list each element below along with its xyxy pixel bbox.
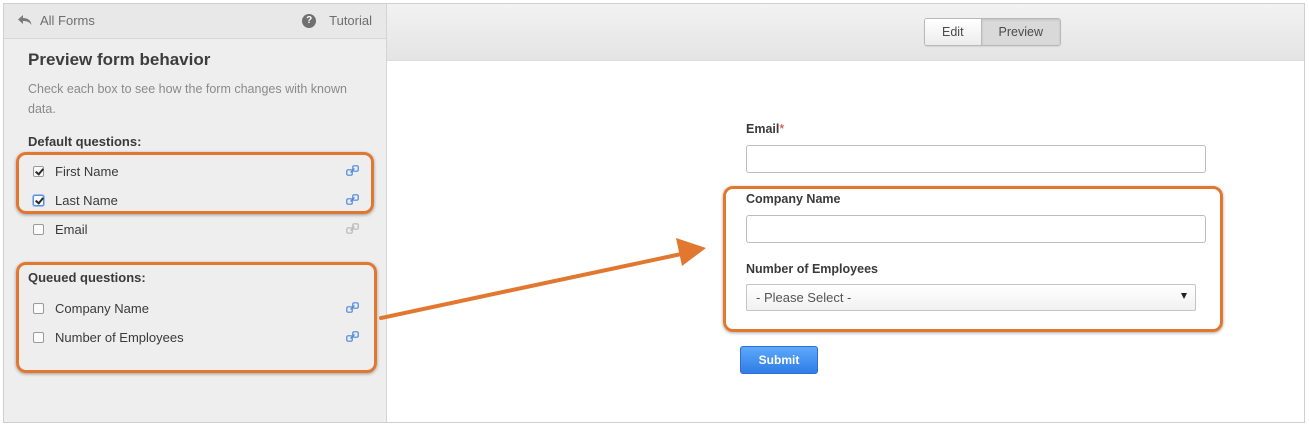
link-icon [346, 223, 359, 234]
sidebar-header: All Forms ? Tutorial [4, 4, 386, 39]
edit-button[interactable]: Edit [925, 19, 981, 45]
preview-button[interactable]: Preview [980, 19, 1061, 45]
submit-button[interactable]: Submit [740, 346, 818, 374]
app-frame: All Forms ? Tutorial Preview form behavi… [3, 3, 1305, 423]
help-circle-icon: ? [302, 13, 317, 28]
email-field[interactable] [746, 145, 1206, 173]
preview-toolbar: Edit Preview [387, 4, 1304, 61]
question-label: Email [55, 221, 88, 237]
tutorial-label: Tutorial [329, 13, 372, 28]
default-questions-heading: Default questions: [28, 134, 142, 149]
required-marker: * [779, 122, 785, 136]
email-checkbox[interactable] [33, 223, 44, 235]
highlight-form-fields [723, 186, 1223, 332]
highlight-default-questions [16, 152, 374, 214]
email-label-text: Email [746, 122, 780, 136]
question-email[interactable]: Email [33, 219, 359, 239]
highlight-queued-questions [16, 262, 377, 373]
reply-arrow-icon [18, 15, 32, 25]
all-forms-link[interactable]: All Forms [18, 13, 95, 28]
sidebar-title: Preview form behavior [28, 50, 211, 69]
tutorial-link[interactable]: ? Tutorial [302, 13, 372, 28]
all-forms-label: All Forms [40, 13, 95, 28]
edit-preview-toggle: Edit Preview [924, 18, 1062, 46]
email-field-label: Email* [746, 122, 784, 136]
sidebar-description: Check each box to see how the form chang… [28, 82, 347, 116]
